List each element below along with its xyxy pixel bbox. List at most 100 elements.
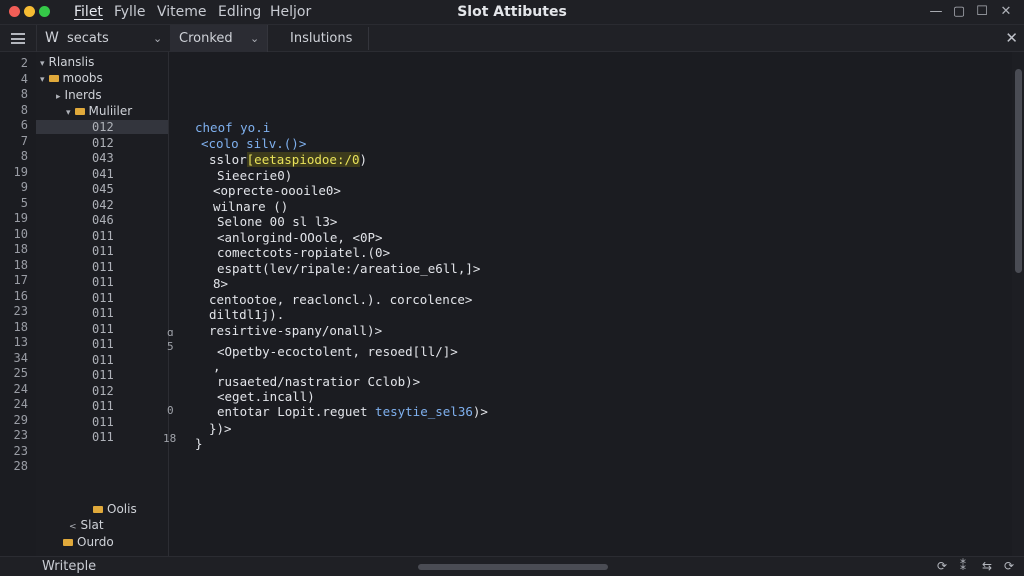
tab-inslutions[interactable]: Inslutions bbox=[282, 25, 368, 52]
window-title: Slot Attibutes bbox=[457, 4, 567, 20]
code-line: <Opetby-ecoctolent, resoed[ll/]> bbox=[217, 344, 458, 359]
line-number: 18 bbox=[13, 319, 28, 334]
close-window-button[interactable] bbox=[9, 6, 20, 17]
tree-file-item[interactable]: 011 bbox=[92, 399, 114, 413]
tree-file-item[interactable]: 011 bbox=[92, 260, 114, 274]
tree-file-item[interactable]: 011 bbox=[92, 275, 114, 289]
chevron-left-icon: < bbox=[69, 522, 77, 532]
maximize-icon[interactable]: ☐ bbox=[971, 2, 993, 22]
tree-item-slat[interactable]: < Slat bbox=[69, 518, 104, 532]
chevron-down-icon: ▾ bbox=[66, 108, 71, 118]
code-line: cheof yo.i bbox=[195, 120, 271, 135]
tree-item-oolis[interactable]: Oolis bbox=[93, 502, 137, 516]
code-line: })> bbox=[209, 421, 232, 436]
code-line: sslor[eetaspiodoe:/0) bbox=[209, 152, 367, 167]
line-number: 29 bbox=[13, 412, 28, 427]
tree-file-item[interactable]: 011 bbox=[92, 353, 114, 367]
code-line: <oprecte-oooile0> bbox=[213, 183, 341, 198]
tab-cronked[interactable]: Cronked ⌄ bbox=[170, 25, 268, 52]
tree-file-item[interactable]: 041 bbox=[92, 167, 114, 181]
settings-icon[interactable]: ⁑ bbox=[960, 559, 966, 573]
sidebar-selector[interactable]: W secats ⌄ bbox=[36, 25, 168, 52]
tab-label: Inslutions bbox=[290, 31, 353, 46]
code-editor[interactable]: cheof yo.i <colo silv.()> sslor[eetaspiodo… bbox=[163, 52, 1012, 556]
title-bar: Filet Fylle Viteme Edling Heljor Slot At… bbox=[0, 0, 1024, 25]
minimize-icon[interactable]: — bbox=[925, 2, 947, 22]
chevron-down-icon[interactable]: ⌄ bbox=[250, 32, 259, 45]
code-line: comectcots-ropiatel.(0> bbox=[217, 245, 391, 260]
tree-file-item[interactable]: 042 bbox=[92, 198, 114, 212]
line-number: 2 bbox=[20, 56, 28, 70]
code-token: entotar Lopit.reguet bbox=[217, 404, 376, 419]
tree-item-ourdo[interactable]: Ourdo bbox=[63, 535, 114, 549]
tree-file-item[interactable]: 012 bbox=[92, 136, 114, 150]
zoom-window-button[interactable] bbox=[39, 6, 50, 17]
code-line: resirtive-spany/onall)> bbox=[209, 323, 383, 338]
highlighted-token: [eetaspiodoe:/0 bbox=[246, 152, 360, 167]
menu-edling[interactable]: Edling bbox=[218, 4, 261, 20]
line-number: 19 bbox=[13, 211, 28, 225]
tree-item-label: moobs bbox=[62, 71, 103, 85]
code-line: <anlorgind-OOole, <0P> bbox=[217, 230, 383, 245]
close-icon[interactable]: ✕ bbox=[995, 2, 1017, 22]
tree-file-item[interactable]: 046 bbox=[92, 213, 114, 227]
tree-file-item[interactable]: 011 bbox=[92, 244, 114, 258]
restore-icon[interactable]: ▢ bbox=[948, 2, 970, 22]
swap-icon[interactable]: ⇆ bbox=[982, 559, 992, 573]
close-panel-icon[interactable]: ✕ bbox=[1005, 29, 1018, 47]
tree-item-inerds[interactable]: ▸ Inerds bbox=[56, 88, 102, 102]
sync-icon[interactable]: ⟳ bbox=[937, 559, 947, 573]
tab-divider bbox=[368, 27, 369, 50]
workspace-letter: W bbox=[45, 30, 59, 46]
tree-file-item[interactable]: 011 bbox=[92, 322, 114, 336]
line-number: 13 bbox=[13, 335, 28, 349]
line-number: 25 bbox=[13, 366, 28, 380]
menu-fylle[interactable]: Fylle bbox=[114, 4, 145, 20]
line-number: 17 bbox=[13, 273, 28, 287]
tree-file-item[interactable]: 011 bbox=[92, 368, 114, 382]
string-token: tesytie_sel36 bbox=[375, 404, 473, 419]
chevron-down-icon[interactable]: ⌄ bbox=[153, 32, 162, 45]
code-line: Selone 00 sl l3> bbox=[217, 214, 338, 229]
tree-file-item[interactable]: 045 bbox=[92, 182, 114, 196]
menu-viteme[interactable]: Viteme bbox=[157, 4, 207, 20]
tree-file-item[interactable]: 011 bbox=[92, 291, 114, 305]
refresh-icon[interactable]: ⟳ bbox=[1004, 559, 1014, 573]
scrollbar-thumb[interactable] bbox=[1015, 69, 1022, 273]
line-number: 23 bbox=[13, 304, 28, 318]
sidebar-title: secats bbox=[67, 31, 109, 46]
hamburger-menu-icon[interactable] bbox=[11, 33, 25, 44]
menu-heljor[interactable]: Heljor bbox=[270, 4, 311, 20]
toolbar: W secats ⌄ Cronked ⌄ Inslutions ✕ bbox=[0, 25, 1024, 52]
folder-icon bbox=[63, 539, 73, 546]
tree-file-item[interactable]: 043 bbox=[92, 151, 114, 165]
tree-item-rlanslis[interactable]: ▾ Rlanslis bbox=[40, 55, 94, 69]
code-line: Sieecrie0) bbox=[217, 168, 293, 183]
code-line: } bbox=[195, 436, 203, 451]
line-number: 10 bbox=[13, 226, 28, 241]
code-token: sslor bbox=[209, 152, 247, 167]
tree-item-moobs[interactable]: ▾ moobs bbox=[40, 71, 103, 85]
tree-file-item[interactable]: 012 bbox=[92, 384, 114, 398]
menu-file[interactable]: Filet bbox=[74, 4, 103, 20]
line-number: 8 bbox=[20, 149, 28, 163]
line-number-gutter: 2 4 8 8 6 7 8 19 9 5 19 10 18 18 17 16 23 18 13 34 25 24 24 29 2… bbox=[0, 52, 36, 556]
horizontal-scrollbar-thumb[interactable] bbox=[418, 564, 608, 570]
minimize-window-button[interactable] bbox=[24, 6, 35, 17]
gutter-marker: 18 bbox=[163, 432, 177, 445]
tree-file-item[interactable]: 012 bbox=[36, 120, 168, 134]
code-line: wilnare () bbox=[213, 199, 289, 214]
tree-file-item[interactable]: 011 bbox=[92, 415, 114, 429]
tree-item-muliiler[interactable]: ▾ Muliiler bbox=[66, 104, 132, 118]
tree-file-item[interactable]: 011 bbox=[92, 337, 114, 351]
line-number: 34 bbox=[13, 350, 28, 365]
line-number: 16 bbox=[13, 288, 28, 303]
tree-item-label: Rlanslis bbox=[48, 55, 95, 69]
tree-file-item[interactable]: 011 bbox=[92, 430, 114, 444]
tab-label: Cronked bbox=[179, 31, 233, 46]
tree-file-item[interactable]: 011 bbox=[92, 306, 114, 320]
tree-file-item[interactable]: 011 bbox=[92, 229, 114, 243]
code-token: ) bbox=[359, 152, 368, 167]
code-line: centootoe, reacloncl.). corcolence> bbox=[209, 292, 473, 307]
vertical-scrollbar[interactable] bbox=[1012, 52, 1024, 556]
